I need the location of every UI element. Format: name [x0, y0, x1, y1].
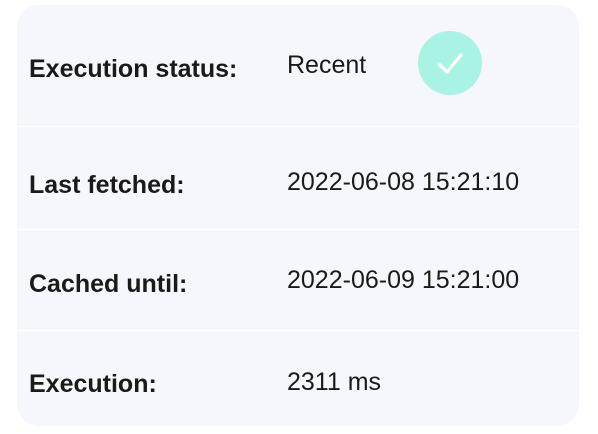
checkmark-icon: [437, 53, 463, 74]
last-fetched-label: Last fetched:: [29, 171, 185, 199]
cached-until-label: Cached until:: [29, 270, 188, 298]
cached-until-row: Cached until: 2022-06-09 15:21:00: [17, 230, 579, 330]
execution-time-value: 2311 ms: [287, 368, 382, 396]
last-fetched-row: Last fetched: 2022-06-08 15:21:10: [17, 127, 579, 229]
cached-until-value: 2022-06-09 15:21:00: [287, 266, 520, 294]
execution-time-row: Execution: 2311 ms: [17, 331, 579, 426]
execution-status-value: Recent: [287, 51, 367, 79]
execution-status-label: Execution status:: [29, 55, 238, 83]
check-circle-icon: [418, 31, 482, 95]
execution-status-row: Execution status: Recent: [17, 5, 579, 126]
execution-status-card: Execution status: Recent Last fetched: 2…: [17, 5, 579, 426]
execution-time-label: Execution:: [29, 370, 157, 398]
last-fetched-value: 2022-06-08 15:21:10: [287, 168, 520, 196]
